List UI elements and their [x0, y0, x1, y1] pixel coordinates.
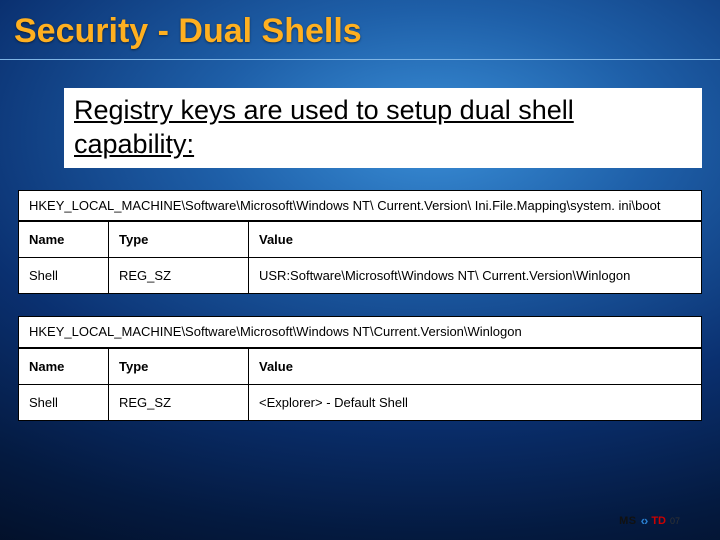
footer-td: TD — [651, 515, 666, 527]
cell-value: <Explorer> - Default Shell — [249, 384, 702, 420]
col-header-type: Type — [109, 222, 249, 258]
slide-subtitle: Registry keys are used to setup dual she… — [64, 88, 702, 168]
col-header-type: Type — [109, 348, 249, 384]
table-row: Shell REG_SZ <Explorer> - Default Shell — [19, 384, 702, 420]
registry-block-1: HKEY_LOCAL_MACHINE\Software\Microsoft\Wi… — [18, 190, 702, 295]
title-divider — [0, 59, 720, 60]
cell-name: Shell — [19, 258, 109, 294]
registry-table-2: Name Type Value Shell REG_SZ <Explorer> … — [18, 348, 702, 421]
registry-path-2: HKEY_LOCAL_MACHINE\Software\Microsoft\Wi… — [18, 316, 702, 348]
col-header-name: Name — [19, 222, 109, 258]
table-header-row: Name Type Value — [19, 348, 702, 384]
col-header-value: Value — [249, 222, 702, 258]
col-header-value: Value — [249, 348, 702, 384]
registry-table-1: Name Type Value Shell REG_SZ USR:Softwar… — [18, 221, 702, 294]
slide: Security - Dual Shells Registry keys are… — [0, 0, 720, 540]
table-row: Shell REG_SZ USR:Software\Microsoft\Wind… — [19, 258, 702, 294]
footer-arrows-icon: ‹› — [641, 513, 648, 528]
cell-type: REG_SZ — [109, 384, 249, 420]
slide-title: Security - Dual Shells — [0, 0, 720, 55]
cell-type: REG_SZ — [109, 258, 249, 294]
registry-path-1: HKEY_LOCAL_MACHINE\Software\Microsoft\Wi… — [18, 190, 702, 222]
cell-name: Shell — [19, 384, 109, 420]
footer-ms: MS — [619, 515, 637, 527]
registry-block-2: HKEY_LOCAL_MACHINE\Software\Microsoft\Wi… — [18, 316, 702, 421]
footer-logo: MS ‹› TD 07 — [619, 513, 680, 528]
table-header-row: Name Type Value — [19, 222, 702, 258]
col-header-name: Name — [19, 348, 109, 384]
cell-value: USR:Software\Microsoft\Windows NT\ Curre… — [249, 258, 702, 294]
footer-year: 07 — [670, 516, 680, 526]
